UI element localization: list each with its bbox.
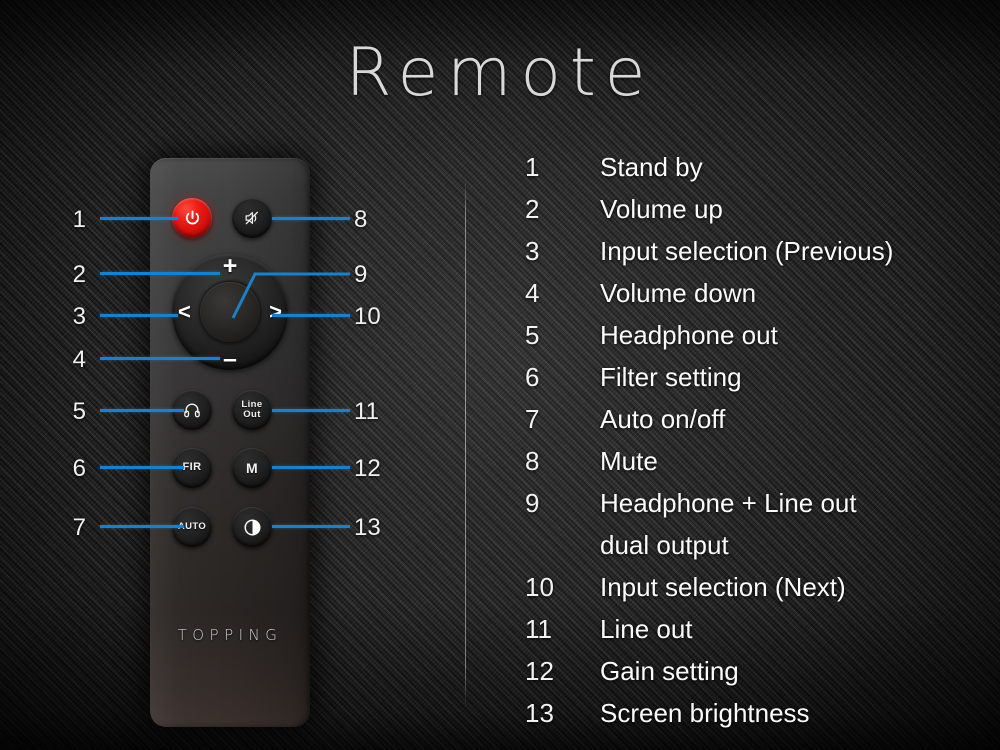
legend-item-7: 7 Auto on/off <box>525 404 995 446</box>
leader-line-4 <box>100 357 220 360</box>
legend-label: Filter setting <box>600 362 742 392</box>
gain-button[interactable]: M <box>232 448 272 488</box>
legend-number: 10 <box>525 572 554 602</box>
legend-label: Input selection (Previous) <box>600 236 894 266</box>
legend-label: Auto on/off <box>600 404 726 434</box>
leader-line-7 <box>100 525 184 528</box>
callout-number-11: 11 <box>354 398 379 425</box>
legend-item-5: 5 Headphone out <box>525 320 995 362</box>
volume-down-button[interactable]: – <box>223 345 237 374</box>
mute-button[interactable] <box>232 198 272 238</box>
leader-line-8 <box>272 217 350 220</box>
legend-number: 8 <box>525 446 540 476</box>
leader-line-10 <box>272 314 350 317</box>
legend-item-3: 3 Input selection (Previous) <box>525 236 995 278</box>
callout-number-10: 10 <box>354 303 381 330</box>
legend-number: 13 <box>525 698 554 728</box>
legend-label: Volume down <box>600 278 757 308</box>
legend-number: 3 <box>525 236 540 266</box>
legend-item-9-continued: dual output <box>525 530 995 572</box>
legend-number: 7 <box>525 404 540 434</box>
legend-label-continued: dual output <box>600 530 729 560</box>
callout-number-8: 8 <box>354 206 368 233</box>
legend-item-2: 2 Volume up <box>525 194 995 236</box>
callout-number-7: 7 <box>72 514 86 541</box>
dual-output-center-button[interactable] <box>200 282 260 342</box>
legend-number: 6 <box>525 362 540 392</box>
legend-label: Screen brightness <box>600 698 810 728</box>
legend-item-11: 11 Line out <box>525 614 995 656</box>
callout-number-13: 13 <box>354 514 381 541</box>
legend-label: Headphone + Line out <box>600 488 857 518</box>
nav-left-button[interactable]: < <box>178 299 191 325</box>
legend-number: 11 <box>525 614 552 644</box>
legend-item-1: 1 Stand by <box>525 152 995 194</box>
gain-button-label: M <box>245 459 259 476</box>
line-out-label-line2: Out <box>243 409 261 420</box>
leader-line-11 <box>272 409 350 412</box>
legend-item-6: 6 Filter setting <box>525 362 995 404</box>
mute-icon <box>245 211 258 225</box>
legend-number: 4 <box>525 278 540 308</box>
legend-label: Stand by <box>600 152 703 182</box>
callout-number-4: 4 <box>72 346 86 373</box>
legend-number: 1 <box>525 152 540 182</box>
legend-item-4: 4 Volume down <box>525 278 995 320</box>
callout-number-6: 6 <box>72 455 86 482</box>
leader-line-5 <box>100 409 184 412</box>
power-icon <box>185 210 199 224</box>
leader-line-12 <box>272 466 350 469</box>
leader-line-2 <box>100 272 220 275</box>
legend-label: Input selection (Next) <box>600 572 846 602</box>
callout-number-5: 5 <box>72 398 86 425</box>
callout-number-2: 2 <box>72 261 86 288</box>
legend-label: Gain setting <box>600 656 739 686</box>
legend-list: 1 Stand by 2 Volume up 3 Input selection… <box>525 152 995 740</box>
legend-number: 2 <box>525 194 540 224</box>
volume-up-button[interactable]: + <box>223 252 238 281</box>
leader-line-13 <box>272 525 350 528</box>
vertical-divider <box>465 178 466 708</box>
legend-number: 12 <box>525 656 554 686</box>
legend-item-9: 9 Headphone + Line out <box>525 488 995 530</box>
remote-control-body: + < > – Line Out FIR M AUTO TOPPING <box>150 158 310 727</box>
brightness-button[interactable] <box>232 507 272 547</box>
callout-number-1: 1 <box>72 206 86 233</box>
legend-label: Mute <box>600 446 658 476</box>
legend-item-8: 8 Mute <box>525 446 995 488</box>
contrast-icon <box>243 518 261 536</box>
line-out-button[interactable]: Line Out <box>232 390 272 430</box>
legend-number: 9 <box>525 488 540 518</box>
leader-line-3 <box>100 314 178 317</box>
nav-right-button[interactable]: > <box>269 299 282 325</box>
leader-line-6 <box>100 466 184 469</box>
page-title: Remote <box>345 34 655 111</box>
legend-item-12: 12 Gain setting <box>525 656 995 698</box>
brand-logo: TOPPING <box>177 626 283 644</box>
power-button[interactable] <box>172 198 212 238</box>
leader-line-1 <box>100 217 178 220</box>
callout-number-9: 9 <box>354 261 368 288</box>
callout-number-12: 12 <box>354 455 381 482</box>
legend-label: Headphone out <box>600 320 778 350</box>
legend-item-13: 13 Screen brightness <box>525 698 995 740</box>
legend-label: Line out <box>600 614 693 644</box>
remote-diagram-stage: Remote 1 2 3 4 5 6 7 8 9 10 11 12 13 + <… <box>0 0 1000 750</box>
line-out-button-label: Line Out <box>241 400 262 420</box>
headphone-icon <box>184 403 200 418</box>
legend-number: 5 <box>525 320 540 350</box>
legend-label: Volume up <box>600 194 723 224</box>
filter-button-label: FIR <box>182 461 202 474</box>
callout-number-3: 3 <box>72 303 86 330</box>
legend-item-10: 10 Input selection (Next) <box>525 572 995 614</box>
